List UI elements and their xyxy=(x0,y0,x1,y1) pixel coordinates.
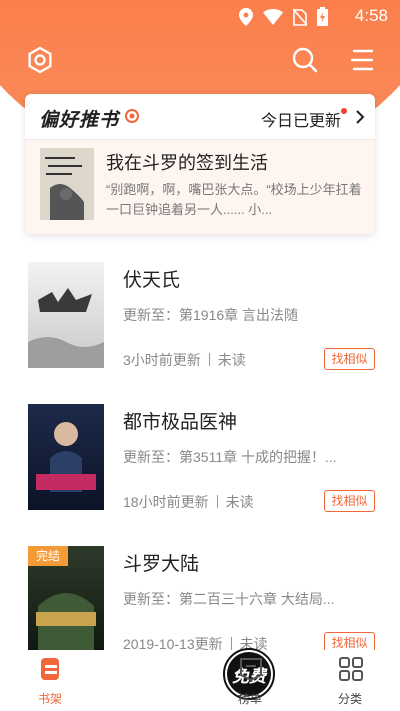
status-time: 4:58 xyxy=(354,6,388,25)
recommend-book-title: 我在斗罗的签到生活 xyxy=(106,153,268,174)
recommend-title: 偏好推书 xyxy=(39,109,120,131)
location-icon xyxy=(239,7,253,30)
recommend-swirl-icon xyxy=(125,108,139,127)
bookshelf-icon xyxy=(38,656,64,682)
bottom-tab-bar: 书架 免费 榜单 分类 xyxy=(0,648,400,711)
recommend-updated-label[interactable]: 今日已更新 xyxy=(261,107,341,131)
recommend-book-description: “别跑啊，啊，嘴巴张大点。“校场上少年扛着一口巨钟追着另一人...... 小..… xyxy=(106,182,362,217)
battery-icon xyxy=(317,7,328,30)
categories-icon xyxy=(338,656,364,682)
wifi-icon xyxy=(263,8,283,29)
rankings-icon xyxy=(238,656,264,682)
book-title: 伏天氏 xyxy=(123,269,181,291)
tab-bookshelf[interactable]: 书架 xyxy=(0,650,100,711)
book-item[interactable]: 伏天氏 更新至：第1916章 言出法随 3小时前更新 未读 找相似 xyxy=(0,245,400,387)
new-dot-badge xyxy=(341,108,347,114)
menu-icon[interactable] xyxy=(346,44,378,76)
book-item[interactable]: 完结 斗罗大陆 更新至：第二百三十六章 大结局... 2019-10-13更新未… xyxy=(0,529,400,650)
tab-label: 分类 xyxy=(337,692,362,706)
book-cover xyxy=(28,404,104,510)
recommend-book[interactable]: 我在斗罗的签到生活 “别跑啊，啊，嘴巴张大点。“校场上少年扛着一口巨钟追着另一人… xyxy=(25,140,375,234)
tab-free[interactable]: 免费 xyxy=(100,648,275,711)
book-update-time: 3小时前更新 xyxy=(123,352,201,368)
book-item[interactable]: 都市极品医神 更新至：第3511章 十成的把握！... 18小时前更新 未读 找相… xyxy=(0,387,400,529)
find-similar-button[interactable]: 找相似 xyxy=(324,490,375,512)
book-update-time: 2019-10-13更新 xyxy=(123,636,223,650)
book-cover: 完结 xyxy=(28,546,104,650)
tab-categories[interactable]: 分类 xyxy=(300,650,400,711)
tab-label: 书架 xyxy=(37,692,62,706)
settings-icon[interactable] xyxy=(24,44,56,76)
book-update: 更新至：第3511章 十成的把握！... xyxy=(123,449,337,465)
book-title: 都市极品医神 xyxy=(123,411,238,433)
finished-tag: 完结 xyxy=(28,546,69,566)
tab-label: 榜单 xyxy=(237,692,262,706)
book-title: 斗罗大陆 xyxy=(123,553,200,575)
book-update: 更新至：第二百三十六章 大结局... xyxy=(123,591,335,607)
book-update: 更新至：第1916章 言出法随 xyxy=(123,307,299,323)
book-meta: 3小时前更新 未读 xyxy=(123,350,246,370)
find-similar-button[interactable]: 找相似 xyxy=(324,632,375,650)
find-similar-button[interactable]: 找相似 xyxy=(324,348,375,370)
book-cover xyxy=(28,262,104,368)
recommend-book-cover xyxy=(40,148,94,220)
book-meta: 18小时前更新 未读 xyxy=(123,492,254,512)
book-read-status: 未读 xyxy=(217,352,246,368)
recommend-header: 偏好推书 今日已更新 xyxy=(25,94,375,140)
bookshelf-list: 伏天氏 更新至：第1916章 言出法随 3小时前更新 未读 找相似 都市极品医神 … xyxy=(0,245,400,650)
book-read-status: 未读 xyxy=(225,494,254,510)
book-update-time: 18小时前更新 xyxy=(123,494,209,510)
recommend-card[interactable]: 偏好推书 今日已更新 我在斗罗的签到生活 “别跑啊，啊，嘴巴张大点。“校场上少年… xyxy=(25,94,375,234)
no-sim-icon xyxy=(292,7,308,30)
tab-rankings[interactable]: 榜单 xyxy=(200,650,300,711)
status-bar: 4:58 xyxy=(0,0,400,34)
chevron-right-icon[interactable] xyxy=(355,109,365,129)
search-icon[interactable] xyxy=(289,44,321,76)
